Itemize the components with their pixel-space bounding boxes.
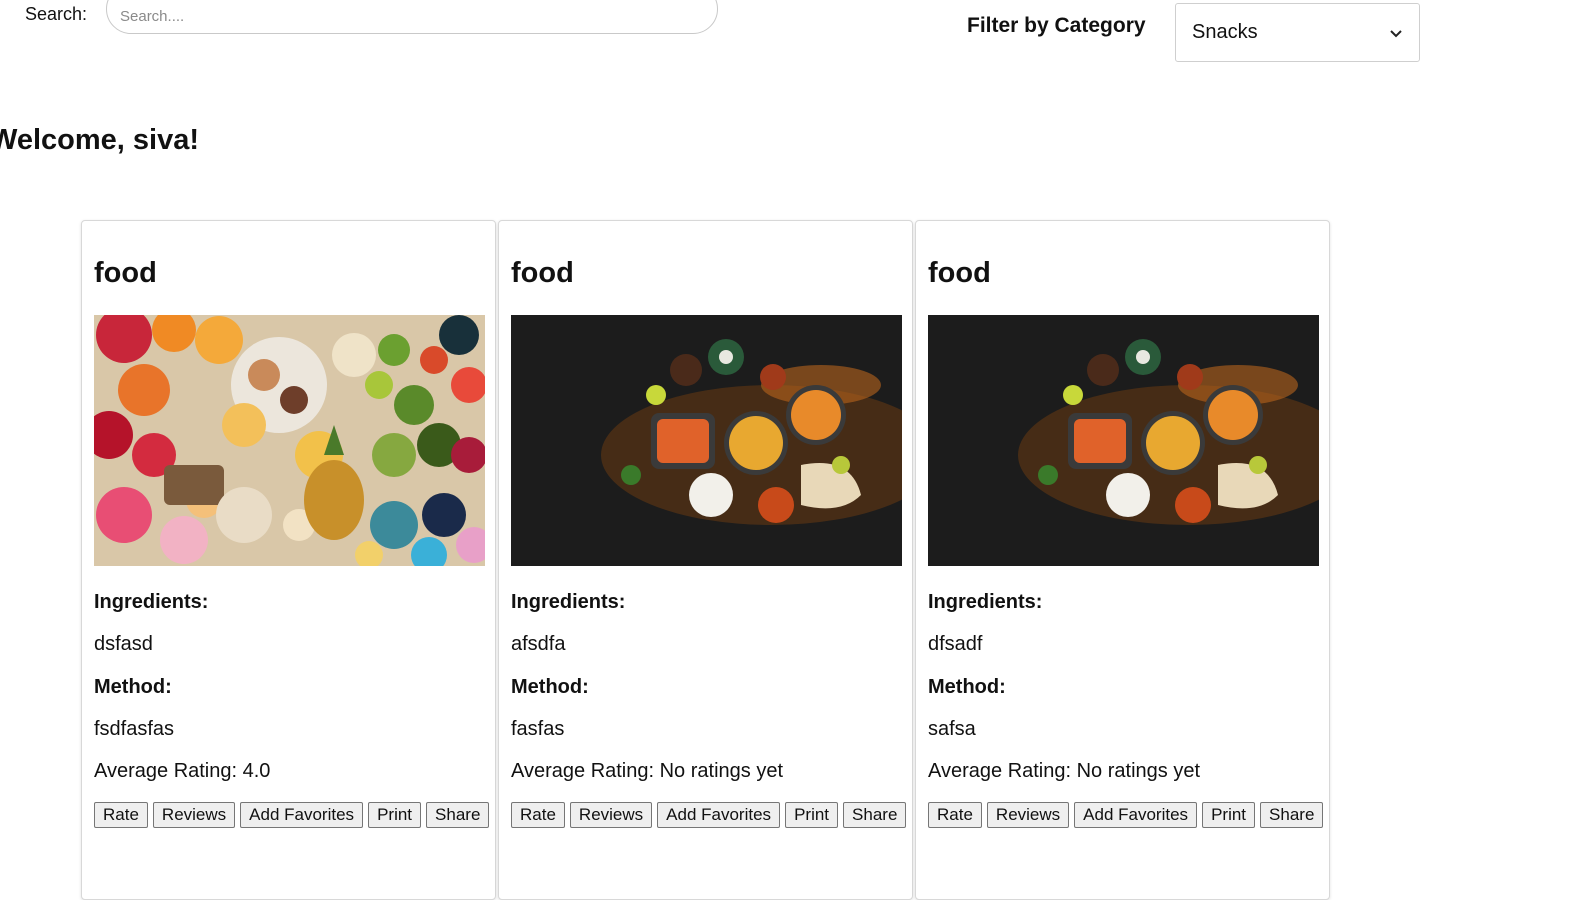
print-button[interactable]: Print — [1202, 802, 1256, 828]
print-button[interactable]: Print — [368, 802, 422, 828]
recipe-image — [511, 315, 902, 566]
search-input[interactable] — [106, 0, 718, 34]
method-label: Method: — [928, 676, 1006, 698]
recipe-card: food Ingredients: dfsadf Method: safsa A… — [915, 220, 1330, 900]
recipe-actions: Rate Reviews Add Favorites Print Share — [928, 802, 1324, 828]
add-favorites-button[interactable]: Add Favorites — [1074, 802, 1198, 828]
reviews-button[interactable]: Reviews — [152, 802, 236, 828]
reviews-button[interactable]: Reviews — [986, 802, 1070, 828]
recipe-actions: Rate Reviews Add Favorites Print Share — [94, 802, 490, 828]
ingredients-label: Ingredients: — [511, 591, 626, 613]
rate-button[interactable]: Rate — [94, 802, 148, 828]
method-label: Method: — [511, 676, 589, 698]
ingredients-text: dsfasd — [94, 633, 153, 655]
reviews-button[interactable]: Reviews — [569, 802, 653, 828]
method-label: Method: — [94, 676, 172, 698]
recipe-title: food — [511, 257, 574, 289]
method-text: fasfas — [511, 718, 565, 740]
share-button[interactable]: Share — [1260, 802, 1324, 828]
average-rating: Average Rating: 4.0 — [94, 760, 271, 782]
recipe-image — [94, 315, 485, 566]
recipe-card: food Ingredients: dsfasd Method: fsdfasf… — [81, 220, 496, 900]
share-button[interactable]: Share — [426, 802, 490, 828]
recipe-actions: Rate Reviews Add Favorites Print Share — [511, 802, 907, 828]
filter-label: Filter by Category — [967, 14, 1146, 37]
recipe-title: food — [928, 257, 991, 289]
average-rating: Average Rating: No ratings yet — [511, 760, 784, 782]
category-select-value: Snacks — [1192, 21, 1258, 43]
average-rating: Average Rating: No ratings yet — [928, 760, 1201, 782]
chevron-down-icon — [1390, 29, 1402, 37]
rate-button[interactable]: Rate — [928, 802, 982, 828]
ingredients-text: afsdfa — [511, 633, 566, 655]
print-button[interactable]: Print — [785, 802, 839, 828]
add-favorites-button[interactable]: Add Favorites — [657, 802, 781, 828]
search-label: Search: — [25, 4, 88, 24]
ingredients-text: dfsadf — [928, 633, 983, 655]
ingredients-label: Ingredients: — [928, 591, 1043, 613]
share-button[interactable]: Share — [843, 802, 907, 828]
recipe-title: food — [94, 257, 157, 289]
add-favorites-button[interactable]: Add Favorites — [240, 802, 364, 828]
recipe-image — [928, 315, 1319, 566]
method-text: fsdfasfas — [94, 718, 175, 740]
rate-button[interactable]: Rate — [511, 802, 565, 828]
ingredients-label: Ingredients: — [94, 591, 209, 613]
category-select[interactable]: Snacks — [1175, 3, 1420, 62]
welcome-heading: Welcome, siva! — [0, 124, 200, 156]
method-text: safsa — [928, 718, 976, 740]
recipe-card: food Ingredients: afsdfa Method: fasfas … — [498, 220, 913, 900]
